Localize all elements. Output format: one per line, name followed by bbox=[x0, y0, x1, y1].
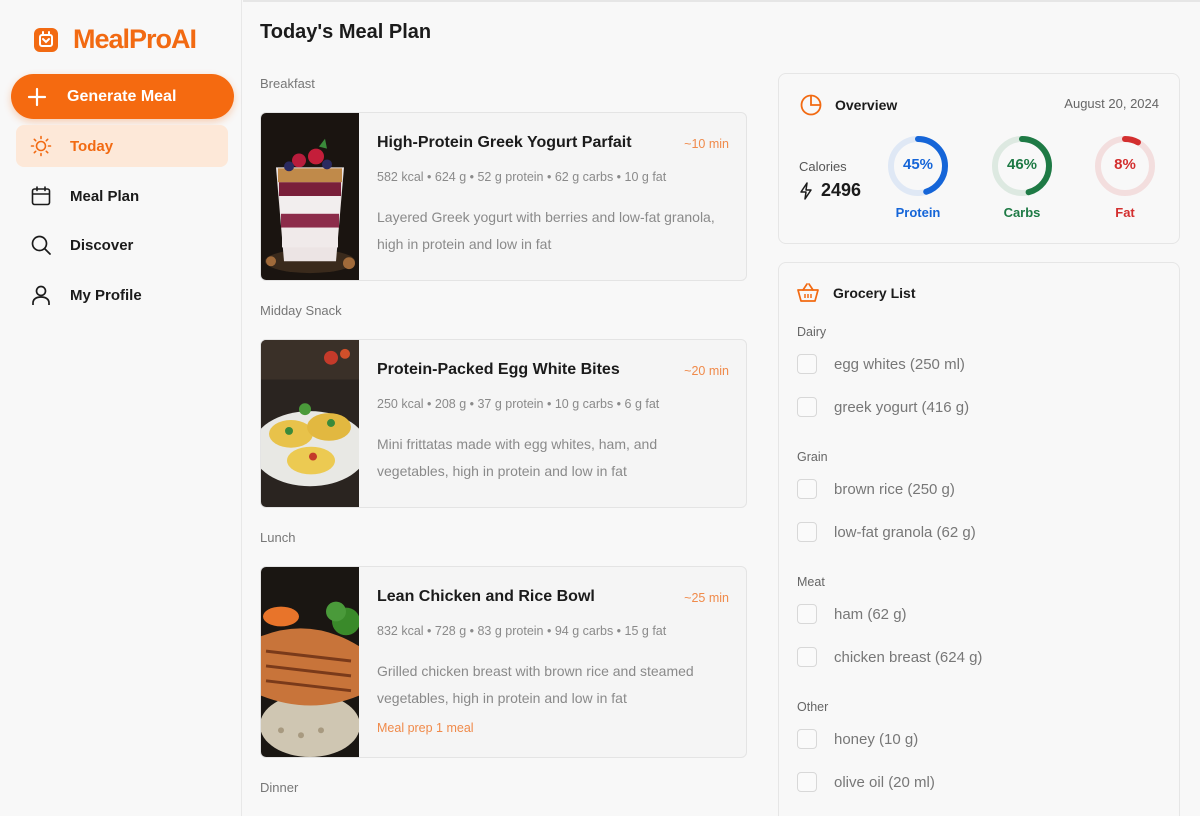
grocery-item[interactable]: ham (62 g) bbox=[797, 604, 907, 624]
calendar-icon bbox=[30, 185, 52, 207]
macro-label: Carbs bbox=[1003, 205, 1041, 220]
user-icon bbox=[30, 284, 52, 306]
sidebar-item-label: Discover bbox=[70, 236, 134, 254]
overview-title: Overview bbox=[835, 97, 898, 113]
app-name: MealProAI bbox=[73, 24, 197, 54]
meal-description: Grilled chicken breast with brown rice a… bbox=[377, 663, 694, 706]
meal-stats: 582 kcal • 624 g • 52 g protein • 62 g c… bbox=[377, 170, 667, 184]
macro-percent: 8% bbox=[1114, 156, 1136, 173]
grocery-category: Other bbox=[797, 700, 829, 714]
sidebar-item-label: Today bbox=[70, 137, 114, 155]
macro-ring-protein: 45% bbox=[886, 134, 950, 198]
grocery-header: Grocery List bbox=[797, 283, 915, 303]
grocery-item[interactable]: brown rice (250 g) bbox=[797, 479, 955, 499]
generate-meal-button[interactable]: Generate Meal bbox=[11, 74, 234, 119]
macro-label: Protein bbox=[895, 205, 941, 220]
calories-value-group: 2496 bbox=[799, 180, 861, 201]
grocery-item-name: ham (62 g) bbox=[834, 605, 907, 623]
sidebar: MealProAI Generate Meal Today Meal Plan … bbox=[0, 0, 242, 816]
sidebar-item-meal-plan[interactable]: Meal Plan bbox=[16, 175, 228, 217]
meal-stats: 250 kcal • 208 g • 37 g protein • 10 g c… bbox=[377, 397, 660, 411]
meal-photo bbox=[261, 113, 359, 280]
grocery-item[interactable]: greek yogurt (416 g) bbox=[797, 397, 969, 417]
section-label-midday-snack: Midday Snack bbox=[260, 303, 342, 318]
meal-description: Layered Greek yogurt with berries and lo… bbox=[377, 209, 715, 252]
overview-header: Overview bbox=[799, 93, 897, 117]
meal-photo bbox=[261, 567, 359, 757]
macro-label: Fat bbox=[1115, 205, 1135, 220]
calories-label: Calories bbox=[799, 159, 847, 174]
divider bbox=[243, 0, 1200, 2]
macro-percent: 46% bbox=[1006, 156, 1038, 173]
grocery-category: Meat bbox=[797, 575, 825, 589]
grocery-item[interactable]: egg whites (250 ml) bbox=[797, 354, 965, 374]
overview-date: August 20, 2024 bbox=[1064, 96, 1159, 111]
page-title: Today's Meal Plan bbox=[260, 21, 432, 43]
main-content: Today's Meal Plan Breakfast High-Protein… bbox=[243, 0, 1200, 816]
grocery-item-name: low-fat granola (62 g) bbox=[834, 523, 976, 541]
grocery-category: Dairy bbox=[797, 325, 827, 339]
meal-prep-link[interactable]: Meal prep 1 meal bbox=[377, 721, 474, 735]
sidebar-item-label: Meal Plan bbox=[70, 187, 140, 205]
macro-ring-carbs: 46% bbox=[990, 134, 1054, 198]
section-label-dinner: Dinner bbox=[260, 780, 299, 795]
grocery-checkbox[interactable] bbox=[797, 522, 817, 542]
meal-description: Mini frittatas made with egg whites, ham… bbox=[377, 436, 658, 479]
macro-percent: 45% bbox=[902, 156, 934, 173]
grocery-category: Grain bbox=[797, 450, 828, 464]
grocery-item-name: greek yogurt (416 g) bbox=[834, 398, 970, 416]
grocery-item[interactable]: olive oil (20 ml) bbox=[797, 772, 935, 792]
meal-card[interactable]: High-Protein Greek Yogurt Parfait ~10 mi… bbox=[260, 112, 747, 281]
meal-stats: 832 kcal • 728 g • 83 g protein • 94 g c… bbox=[377, 624, 667, 638]
grocery-item-name: honey (10 g) bbox=[834, 730, 919, 748]
meal-title: Lean Chicken and Rice Bowl bbox=[377, 588, 595, 605]
sidebar-item-label: My Profile bbox=[70, 286, 142, 304]
grocery-item[interactable]: low-fat granola (62 g) bbox=[797, 522, 976, 542]
macro-ring-fat: 8% bbox=[1093, 134, 1157, 198]
sidebar-item-today[interactable]: Today bbox=[16, 125, 228, 167]
grocery-checkbox[interactable] bbox=[797, 729, 817, 749]
pie-chart-icon bbox=[800, 94, 822, 116]
grocery-item-name: chicken breast (624 g) bbox=[834, 648, 983, 666]
sidebar-item-my-profile[interactable]: My Profile bbox=[16, 274, 228, 316]
meal-time: ~20 min bbox=[684, 364, 729, 378]
grocery-list-card: Grocery List Dairy egg whites (250 ml) gre… bbox=[778, 262, 1180, 816]
logo-icon bbox=[34, 27, 58, 52]
grocery-checkbox[interactable] bbox=[797, 479, 817, 499]
grocery-checkbox[interactable] bbox=[797, 772, 817, 792]
grocery-item[interactable]: chicken breast (624 g) bbox=[797, 647, 982, 667]
grocery-item[interactable]: honey (10 g) bbox=[797, 729, 918, 749]
meal-title: Protein-Packed Egg White Bites bbox=[377, 361, 620, 378]
generate-meal-label: Generate Meal bbox=[67, 87, 177, 105]
lightning-icon bbox=[800, 181, 812, 200]
section-label-breakfast: Breakfast bbox=[260, 76, 315, 91]
section-label-lunch: Lunch bbox=[260, 530, 296, 545]
meal-photo bbox=[261, 340, 359, 507]
grocery-item-name: olive oil (20 ml) bbox=[834, 773, 935, 791]
calories-value: 2496 bbox=[821, 180, 862, 200]
sidebar-item-discover[interactable]: Discover bbox=[16, 224, 228, 266]
grocery-item-name: brown rice (250 g) bbox=[834, 480, 955, 498]
meal-time: ~25 min bbox=[684, 591, 729, 605]
basket-icon bbox=[797, 283, 819, 302]
plus-icon bbox=[27, 87, 47, 106]
search-icon bbox=[30, 234, 52, 256]
sun-icon bbox=[30, 135, 52, 157]
meal-card[interactable]: Lean Chicken and Rice Bowl ~25 min 832 k… bbox=[260, 566, 747, 758]
grocery-title: Grocery List bbox=[833, 285, 916, 301]
overview-card: Overview August 20, 2024 Calories 2496 4… bbox=[778, 73, 1180, 244]
grocery-checkbox[interactable] bbox=[797, 647, 817, 667]
grocery-checkbox[interactable] bbox=[797, 354, 817, 374]
meal-title: High-Protein Greek Yogurt Parfait bbox=[377, 134, 632, 151]
meal-time: ~10 min bbox=[684, 137, 729, 151]
grocery-checkbox[interactable] bbox=[797, 604, 817, 624]
grocery-item-name: egg whites (250 ml) bbox=[834, 355, 965, 373]
meal-card[interactable]: Protein-Packed Egg White Bites ~20 min 2… bbox=[260, 339, 747, 508]
logo[interactable]: MealProAI bbox=[33, 24, 197, 55]
grocery-checkbox[interactable] bbox=[797, 397, 817, 417]
